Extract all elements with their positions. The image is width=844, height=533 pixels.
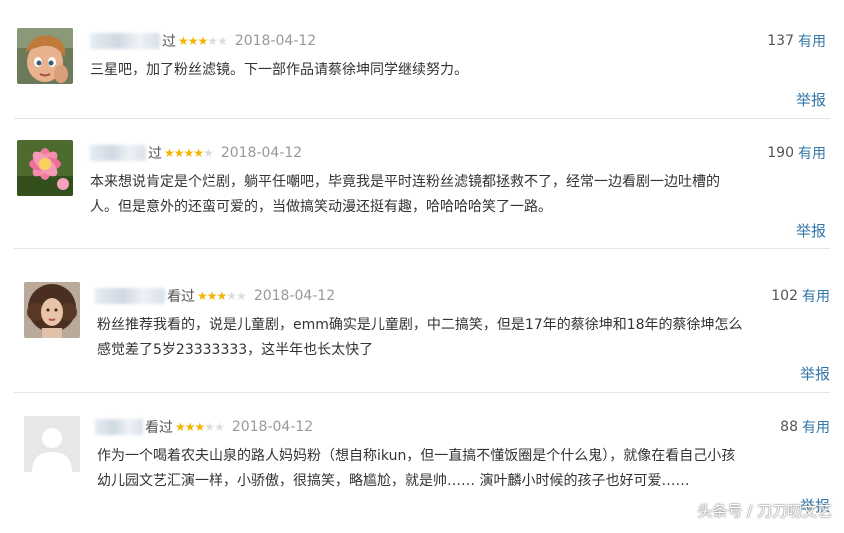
review-meta: 看过 ★ ★ ★ ★ ★ 2018-04-12 <box>95 285 335 307</box>
useful-vote[interactable]: 137 有用 <box>767 30 826 52</box>
report-link[interactable]: 举报 <box>796 220 826 241</box>
default-avatar-icon <box>24 416 80 472</box>
star-icon: ★ <box>178 34 189 48</box>
curly-hair-woman-avatar-icon <box>24 282 80 338</box>
useful-button[interactable]: 有用 <box>802 417 830 437</box>
star-icon: ★ <box>197 34 209 48</box>
star-icon: ★ <box>226 289 237 303</box>
star-icon: ★ <box>204 420 215 434</box>
review-date: 2018-04-12 <box>253 288 336 304</box>
review-date: 2018-04-12 <box>234 33 317 49</box>
content-line: 本来想说肯定是个烂剧，躺平任嘲吧，毕竟我是平时连粉丝滤镜都拯救不了，经常一边看剧… <box>90 174 720 190</box>
avatar[interactable] <box>17 28 73 84</box>
useful-vote[interactable]: 88 有用 <box>780 416 830 438</box>
star-icon: ★ <box>207 34 218 48</box>
star-icon: ★ <box>193 146 204 160</box>
review-content: 三星吧，加了粉丝滤镜。下一部作品请蔡徐坤同学继续努力。 <box>90 58 468 83</box>
star-icon: ★ <box>173 146 185 160</box>
review-content: 作为一个喝着农夫山泉的路人妈妈粉（想自称ikun，但一直搞不懂饭圈是个什么鬼），… <box>97 444 735 494</box>
useful-count: 190 <box>767 145 794 161</box>
useful-vote[interactable]: 102 有用 <box>771 285 830 307</box>
avatar[interactable] <box>24 282 80 338</box>
content-line: 作为一个喝着农夫山泉的路人妈妈粉（想自称ikun，但一直搞不懂饭圈是个什么鬼），… <box>97 448 736 464</box>
star-icon: ★ <box>187 34 199 48</box>
content-line: 粉丝推荐我看的，说是儿童剧，emm确实是儿童剧，中二搞笑，但是17年的蔡徐坤和1… <box>97 317 743 333</box>
star-icon: ★ <box>183 146 195 160</box>
username[interactable] <box>95 288 165 304</box>
star-icon: ★ <box>184 420 196 434</box>
review-meta: 过 ★ ★ ★ ★ ★ 2018-04-12 <box>90 142 302 164</box>
useful-count: 88 <box>780 419 798 435</box>
rating-stars: ★ ★ ★ ★ ★ <box>175 420 225 434</box>
useful-count: 102 <box>771 288 798 304</box>
divider <box>14 392 830 393</box>
review-date: 2018-04-12 <box>220 145 303 161</box>
content-line: 幼儿园文艺汇演一样，小骄傲，很搞笑，略尴尬，就是帅…… 演叶麟小时候的孩子也好可… <box>97 473 690 489</box>
review-meta: 看过 ★ ★ ★ ★ ★ 2018-04-12 <box>95 416 313 438</box>
star-icon: ★ <box>203 146 214 160</box>
useful-button[interactable]: 有用 <box>798 143 826 163</box>
review-content: 本来想说肯定是个烂剧，躺平任嘲吧，毕竟我是平时连粉丝滤镜都拯救不了，经常一边看剧… <box>90 170 720 220</box>
star-icon: ★ <box>197 289 208 303</box>
content-line: 感觉差了5岁23333333，这半年也长太快了 <box>97 342 374 358</box>
seen-label: 过 <box>162 34 176 50</box>
avatar[interactable] <box>24 416 80 472</box>
star-icon: ★ <box>217 34 228 48</box>
cartoon-girl-avatar-icon <box>17 28 73 84</box>
star-icon: ★ <box>175 420 186 434</box>
username[interactable] <box>90 145 146 161</box>
useful-count: 137 <box>767 33 794 49</box>
star-icon: ★ <box>194 420 206 434</box>
review-content: 粉丝推荐我看的，说是儿童剧，emm确实是儿童剧，中二搞笑，但是17年的蔡徐坤和1… <box>97 313 743 363</box>
useful-button[interactable]: 有用 <box>802 286 830 306</box>
review-meta: 过 ★ ★ ★ ★ ★ 2018-04-12 <box>90 30 316 52</box>
watermark: 头条号 / 刀刀叨文艺 <box>697 502 832 520</box>
star-icon: ★ <box>216 289 228 303</box>
avatar[interactable] <box>17 140 73 196</box>
star-icon: ★ <box>214 420 225 434</box>
content-line: 三星吧，加了粉丝滤镜。下一部作品请蔡徐坤同学继续努力。 <box>90 62 468 78</box>
rating-stars: ★ ★ ★ ★ ★ <box>164 146 214 160</box>
pink-flower-avatar-icon <box>17 140 73 196</box>
star-icon: ★ <box>164 146 175 160</box>
review-date: 2018-04-12 <box>231 419 314 435</box>
report-link[interactable]: 举报 <box>796 89 826 110</box>
star-icon: ★ <box>206 289 218 303</box>
review-list: 过 ★ ★ ★ ★ ★ 2018-04-12 137 有用 三星吧，加了粉丝滤镜。下一部… <box>0 0 844 533</box>
seen-label: 看过 <box>167 289 195 305</box>
username[interactable] <box>95 419 143 435</box>
seen-label: 过 <box>148 146 162 162</box>
divider <box>14 248 830 249</box>
rating-stars: ★ ★ ★ ★ ★ <box>178 34 228 48</box>
seen-label: 看过 <box>145 420 173 436</box>
useful-vote[interactable]: 190 有用 <box>767 142 826 164</box>
content-line: 人。但是意外的还蛮可爱的，当做搞笑动漫还挺有趣，哈哈哈哈笑了一路。 <box>90 199 552 215</box>
report-link[interactable]: 举报 <box>800 363 830 384</box>
username[interactable] <box>90 33 160 49</box>
rating-stars: ★ ★ ★ ★ ★ <box>197 289 247 303</box>
useful-button[interactable]: 有用 <box>798 31 826 51</box>
star-icon: ★ <box>236 289 247 303</box>
divider <box>14 118 830 119</box>
